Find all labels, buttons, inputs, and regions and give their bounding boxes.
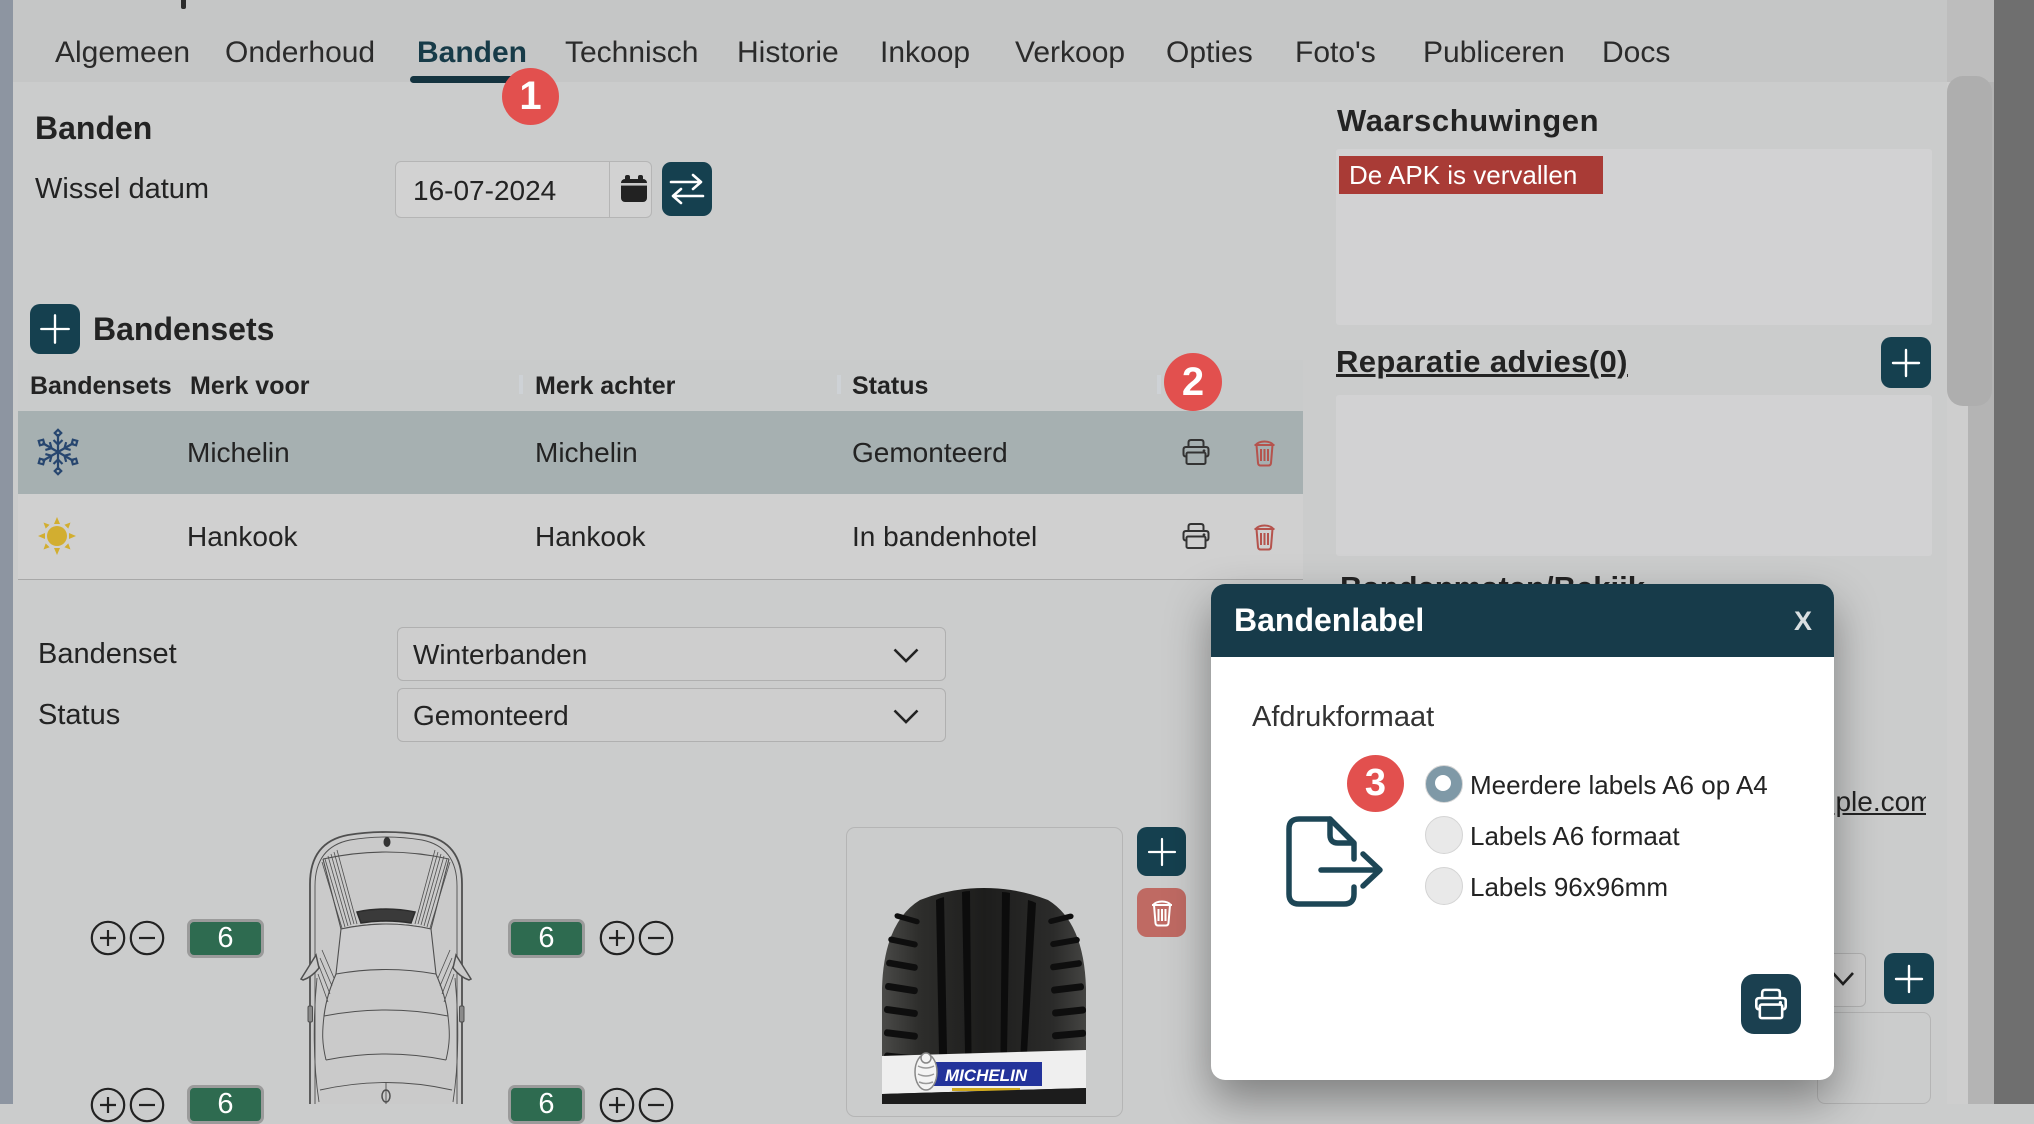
svg-text:MICHELIN: MICHELIN xyxy=(945,1066,1028,1085)
